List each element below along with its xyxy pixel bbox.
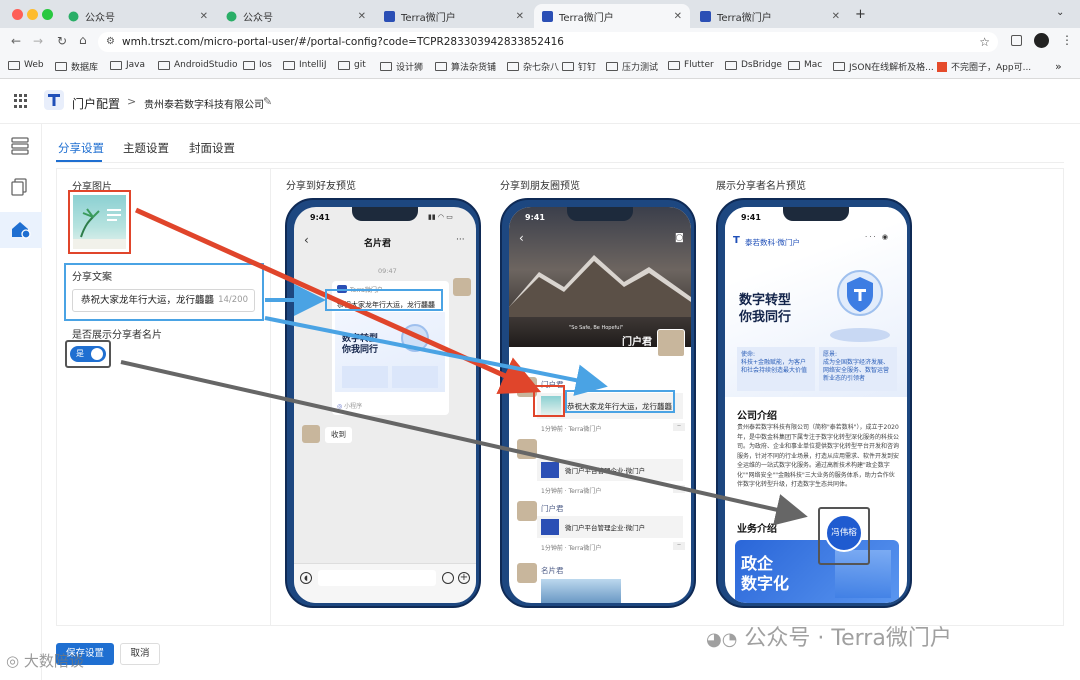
wechat-watermark-icon: ◕◔ xyxy=(706,629,738,650)
corner-watermark-icon: ◎ xyxy=(6,652,20,670)
red-target-box xyxy=(533,385,565,417)
blue-target-box-friend xyxy=(325,289,443,311)
blue-target-box-moments xyxy=(565,390,675,413)
corner-watermark: ◎ 大数陪谈 xyxy=(6,652,84,670)
blue-arrow-moments xyxy=(264,316,608,396)
cancel-button[interactable]: 取消 xyxy=(120,643,160,665)
annotation-arrows xyxy=(120,207,808,526)
watermark: ◕◔ 公众号 · Terra微门户 xyxy=(706,626,952,651)
gray-arrow xyxy=(120,360,808,526)
